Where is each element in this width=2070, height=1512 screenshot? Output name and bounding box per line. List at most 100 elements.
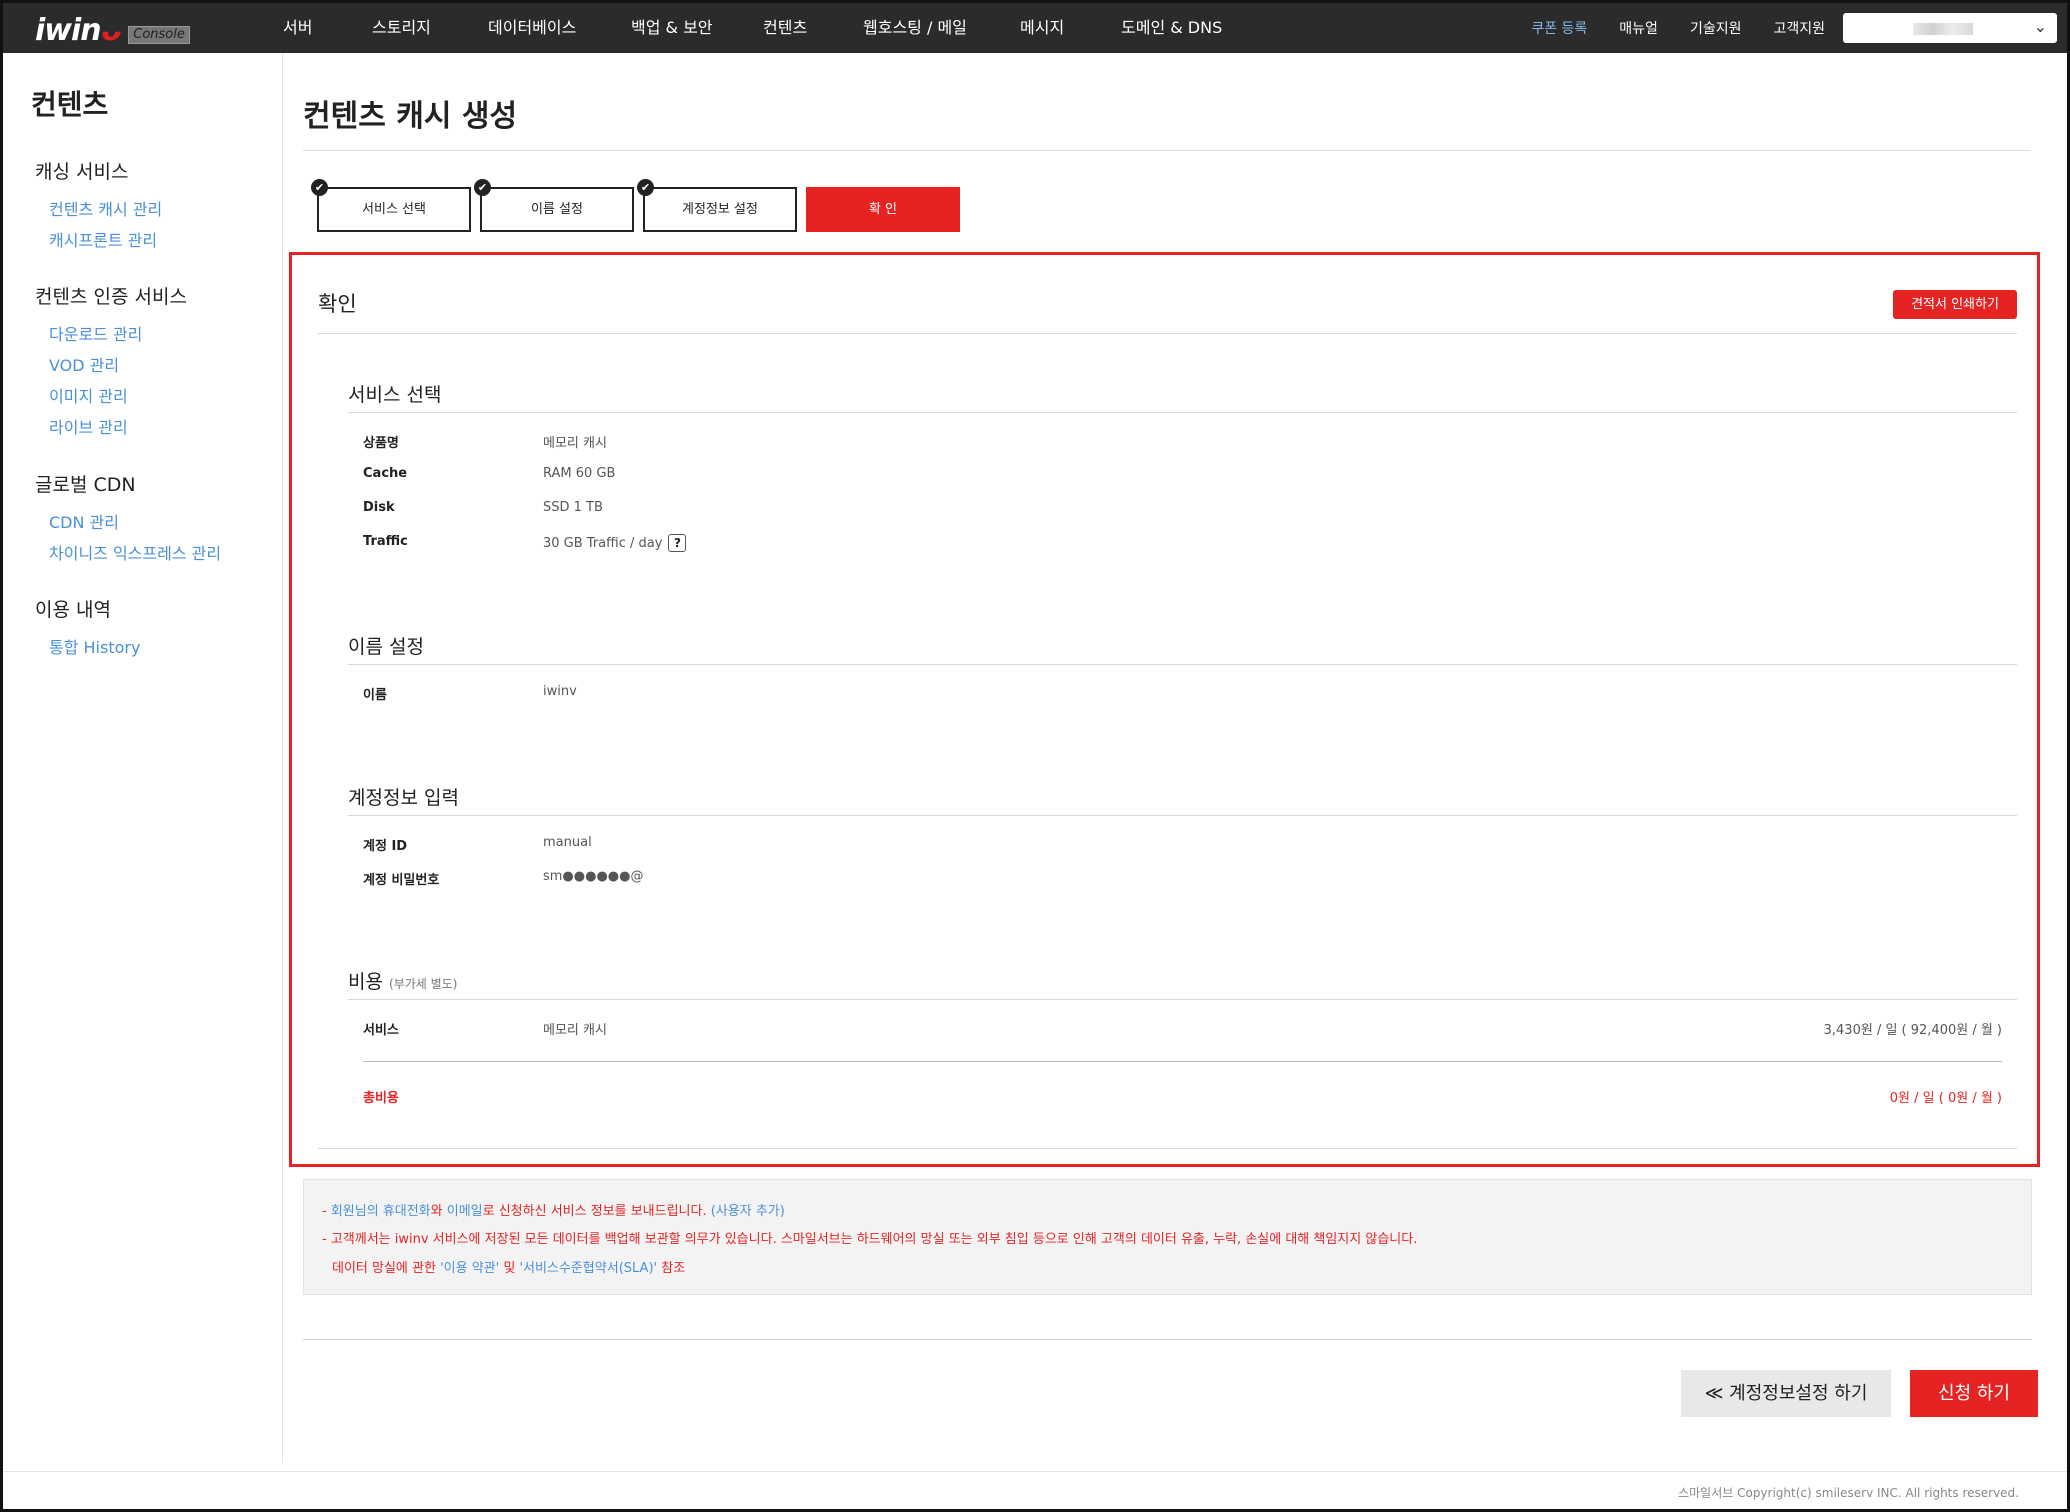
nav-domain-dns[interactable]: 도메인 & DNS: [1121, 3, 1222, 53]
divider: [318, 1148, 2017, 1149]
service-price: 3,430원 / 일 ( 92,400원 / 월 ): [1823, 1023, 2002, 1038]
total-cost-row: 총비용 0원 / 일 ( 0원 / 월 ): [348, 1078, 2017, 1112]
info-row: Cache RAM 60 GB: [348, 457, 2017, 491]
nav-message[interactable]: 메시지: [1020, 3, 1064, 53]
logo-smile-icon: ᴗ: [100, 13, 122, 48]
info-row: 계정 비밀번호 sm●●●●●●@: [348, 860, 2017, 894]
notice-box: - 회원님의 휴대전화와 이메일로 신청하신 서비스 정보를 보내드립니다. (…: [303, 1179, 2032, 1295]
row-label: 계정 ID: [363, 839, 408, 854]
email-link[interactable]: 이메일: [447, 1204, 483, 1219]
manual-link[interactable]: 매뉴얼: [1619, 18, 1658, 38]
account-section: 계정정보 입력 계정 ID manual 계정 비밀번호 sm●●●●●●@: [348, 780, 2017, 894]
copyright: 스마일서브 Copyright(c) smileserv INC. All ri…: [1678, 1486, 2019, 1500]
sidebar-item-history[interactable]: 통합 History: [49, 632, 140, 663]
account-name-redacted: [1913, 23, 1973, 35]
step-confirm[interactable]: 확 인: [806, 187, 960, 232]
info-row: 이름 iwinv: [348, 675, 2017, 709]
nav-webhosting-mail[interactable]: 웹호스팅 / 메일: [863, 3, 967, 53]
step-label: 확 인: [868, 202, 898, 217]
section-title: 계정정보 입력: [348, 780, 2017, 816]
nav-storage[interactable]: 스토리지: [372, 3, 431, 53]
back-to-account-button[interactable]: ≪ 계정정보설정 하기: [1681, 1370, 1891, 1417]
row-label: Cache: [363, 466, 408, 481]
sidebar-title: 컨텐츠: [31, 88, 109, 121]
divider: [318, 333, 2017, 334]
console-badge: Console: [128, 26, 190, 44]
sidebar-item-live[interactable]: 라이브 관리: [49, 412, 187, 443]
row-label: Disk: [363, 500, 395, 515]
nav-database[interactable]: 데이터베이스: [488, 3, 576, 53]
customer-support-link[interactable]: 고객지원: [1773, 18, 1825, 38]
notice-text: 와: [430, 1204, 447, 1219]
check-icon: ✔: [474, 179, 491, 196]
sidebar-group-usage: 이용 내역 통합 History: [35, 595, 140, 663]
row-value: 메모리 캐시: [543, 1023, 607, 1038]
check-icon: ✔: [311, 179, 328, 196]
sidebar-group-title: 컨텐츠 인증 서비스: [35, 286, 187, 308]
sidebar-group-caching: 캐싱 서비스 컨텐츠 캐시 관리 캐시프론트 관리: [35, 157, 162, 256]
info-row: 계정 ID manual: [348, 826, 2017, 860]
step-service-select[interactable]: ✔ 서비스 선택: [311, 179, 471, 232]
sidebar-item-vod[interactable]: VOD 관리: [49, 350, 187, 381]
account-select[interactable]: ⌄: [1843, 13, 2057, 43]
section-title: 이름 설정: [348, 629, 2017, 665]
sidebar-item-chinese-express[interactable]: 차이니즈 익스프레스 관리: [49, 538, 221, 569]
divider: [303, 1339, 2032, 1340]
section-title: 서비스 선택: [348, 377, 2017, 413]
cost-title: 비용: [348, 971, 383, 993]
top-navigation-bar: iwin ᴗ Console 서버 스토리지 데이터베이스 백업 & 보안 컨텐…: [3, 3, 2067, 53]
add-user-link[interactable]: (사용자 추가): [711, 1204, 785, 1219]
info-row: 상품명 메모리 캐시: [348, 423, 2017, 457]
sidebar-group-title: 이용 내역: [35, 599, 111, 621]
mobile-phone-link[interactable]: 회원님의 휴대전화: [331, 1204, 431, 1219]
row-value: 메모리 캐시: [543, 436, 607, 451]
vat-note: (부가세 별도): [389, 977, 458, 991]
row-label: 서비스: [363, 1023, 399, 1038]
row-value: manual: [543, 835, 592, 850]
row-value: RAM 60 GB: [543, 466, 616, 481]
sidebar-group-global-cdn: 글로벌 CDN CDN 관리 차이니즈 익스프레스 관리: [35, 470, 221, 569]
cost-divider-row: [348, 1044, 2017, 1078]
sidebar-group-title: 캐싱 서비스: [35, 161, 129, 183]
step-label: 계정정보 설정: [682, 202, 758, 217]
utility-nav: 쿠폰 등록 매뉴얼 기술지원 고객지원 ⌄: [1531, 3, 2067, 53]
notice-text: 참조: [657, 1261, 686, 1276]
coupon-link[interactable]: 쿠폰 등록: [1531, 18, 1587, 38]
divider: [303, 150, 2030, 151]
row-value: SSD 1 TB: [543, 500, 603, 515]
submit-button[interactable]: 신청 하기: [1910, 1370, 2038, 1417]
sidebar-item-contents-cache[interactable]: 컨텐츠 캐시 관리: [49, 194, 162, 225]
notice-line-2: - 고객께서는 iwinv 서비스에 저장된 모든 데이터를 백업해 보관할 의…: [322, 1232, 1418, 1247]
row-label: 계정 비밀번호: [363, 873, 440, 888]
step-label: 이름 설정: [531, 202, 583, 217]
sla-link[interactable]: '서비스수준협약서(SLA)': [519, 1261, 657, 1276]
row-label: 이름: [363, 688, 387, 703]
notice-line-1: - 회원님의 휴대전화와 이메일로 신청하신 서비스 정보를 보내드립니다. (…: [322, 1200, 785, 1219]
sidebar-item-download[interactable]: 다운로드 관리: [49, 319, 187, 350]
sidebar-group-title: 글로벌 CDN: [35, 474, 136, 496]
tech-support-link[interactable]: 기술지원: [1690, 18, 1742, 38]
iwinv-logo[interactable]: iwin ᴗ Console: [35, 11, 190, 47]
confirm-panel: 확인 견적서 인쇄하기 서비스 선택 상품명 메모리 캐시 Cache RAM …: [289, 252, 2040, 1167]
help-icon[interactable]: ?: [668, 534, 687, 552]
step-name-setting[interactable]: ✔ 이름 설정: [474, 179, 634, 232]
sidebar-item-cdn[interactable]: CDN 관리: [49, 507, 221, 538]
cost-row: 서비스 메모리 캐시 3,430원 / 일 ( 92,400원 / 월 ): [348, 1010, 2017, 1044]
sidebar-item-image[interactable]: 이미지 관리: [49, 381, 187, 412]
row-label: 총비용: [363, 1091, 399, 1106]
divider: [3, 1471, 2067, 1472]
notice-text: 로 신청하신 서비스 정보를 보내드립니다.: [482, 1204, 711, 1219]
service-section: 서비스 선택 상품명 메모리 캐시 Cache RAM 60 GB Disk S…: [348, 377, 2017, 559]
nav-contents[interactable]: 컨텐츠: [763, 3, 807, 53]
nav-server[interactable]: 서버: [283, 3, 312, 53]
notice-line-3: 데이터 망실에 관한 '이용 약관' 및 '서비스수준협약서(SLA)' 참조: [332, 1257, 685, 1276]
name-section: 이름 설정 이름 iwinv: [348, 629, 2017, 709]
divider: [363, 1061, 2002, 1062]
nav-backup-security[interactable]: 백업 & 보안: [631, 3, 713, 53]
step-account-setting[interactable]: ✔ 계정정보 설정: [637, 179, 797, 232]
print-quote-button[interactable]: 견적서 인쇄하기: [1893, 290, 2017, 319]
terms-link[interactable]: '이용 약관': [440, 1261, 499, 1276]
sidebar-item-cachefront[interactable]: 캐시프론트 관리: [49, 225, 162, 256]
chevron-down-icon: ⌄: [2033, 17, 2047, 36]
info-row: Traffic 30 GB Traffic / day?: [348, 525, 2017, 559]
